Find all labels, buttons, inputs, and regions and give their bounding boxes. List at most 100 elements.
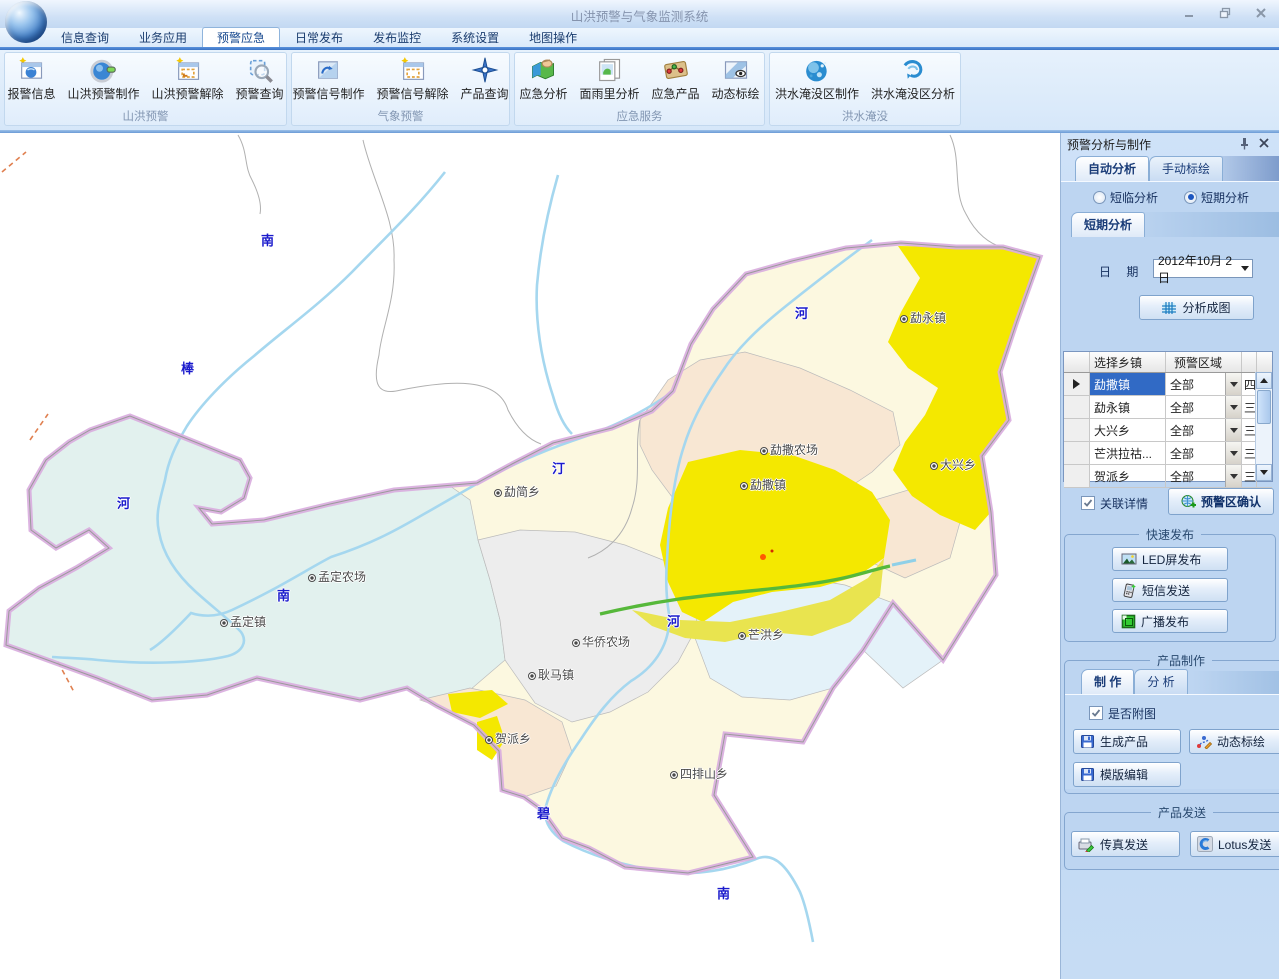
tab-manual-plot[interactable]: 手动标绘 (1149, 156, 1223, 181)
toolbar-group-label: 山洪预警 (5, 110, 286, 125)
township-table: 选择乡镇 预警区域 勐撒镇 全部 四 勐永镇 全部 三 大兴乡 全部 三 (1063, 351, 1273, 482)
alarm-info-button[interactable]: 报警信息 (1, 53, 61, 110)
table-row[interactable]: 芒洪拉祜... 全部 三 (1064, 442, 1272, 465)
restore-button[interactable] (1212, 5, 1238, 22)
signal-create-icon (313, 56, 343, 84)
attach-image-checkbox[interactable] (1089, 706, 1103, 720)
warning-query-button[interactable]: 预警查询 (230, 53, 290, 110)
table-row[interactable]: 勐撒镇 全部 四 (1064, 373, 1272, 396)
emergency-analysis-button[interactable]: 应急分析 (513, 53, 573, 110)
radio-short-range[interactable]: 短期分析 (1184, 189, 1249, 206)
minimize-button[interactable] (1176, 5, 1202, 22)
flood-warning-cancel-button[interactable]: 山洪预警解除 (146, 53, 230, 110)
menu-tab-info-query[interactable]: 信息查询 (46, 28, 124, 47)
alert-dot (760, 554, 766, 560)
signal-cancel-button[interactable]: 预警信号解除 (371, 53, 455, 110)
close-button[interactable] (1248, 5, 1274, 22)
date-value: 2012年10月 2日 (1158, 252, 1241, 286)
flood-warning-create-button[interactable]: 山洪预警制作 (61, 53, 145, 110)
table-scrollbar[interactable] (1255, 372, 1272, 481)
table-row[interactable]: 勐永镇 全部 三 (1064, 396, 1272, 419)
toolbar-group-flood-submerge: 洪水淹没区制作 洪水淹没区分析 洪水淹没 (769, 52, 961, 126)
river-label: 南 (277, 585, 290, 604)
warning-analysis-panel: 预警分析与制作 自动分析 手动标绘 短临分析 短期分析 短期分析 日 期 201… (1060, 133, 1279, 979)
lotus-send-button[interactable]: Lotus发送 (1190, 831, 1279, 857)
scrollbar-thumb[interactable] (1257, 390, 1271, 424)
confirm-warning-area-button[interactable]: 预警区确认 (1168, 488, 1274, 515)
toolbar-button-label: 预警信号制作 (292, 85, 364, 102)
template-edit-button[interactable]: 模版编辑 (1073, 762, 1181, 787)
river-label: 河 (117, 493, 130, 512)
analyze-map-button[interactable]: 分析成图 (1139, 295, 1254, 320)
scroll-up-icon[interactable] (1256, 372, 1272, 389)
river-label: 碧 (537, 803, 550, 822)
table-row[interactable]: 大兴乡 全部 三 (1064, 419, 1272, 442)
subtab-short-range[interactable]: 短期分析 (1071, 212, 1145, 237)
dynamic-plot-panel-button[interactable]: 动态标绘 (1189, 729, 1279, 754)
date-label: 日 期 (1099, 263, 1144, 280)
radio-dot-selected (1184, 191, 1197, 204)
table-row[interactable]: 贺派乡 全部 三 (1064, 465, 1272, 488)
sms-icon (1121, 583, 1137, 598)
signal-create-button[interactable]: 预警信号制作 (286, 53, 370, 110)
town-label: 勐永镇 (900, 309, 946, 326)
region-combo-button[interactable] (1225, 465, 1241, 487)
town-label: 勐撒镇 (740, 476, 786, 493)
menu-tab-business[interactable]: 业务应用 (124, 28, 202, 47)
region-combo-button[interactable] (1225, 442, 1241, 464)
generate-product-button[interactable]: 生成产品 (1073, 729, 1181, 754)
link-detail-checkbox[interactable] (1081, 496, 1095, 510)
led-screen-icon (1121, 552, 1137, 566)
flood-area-analysis-button[interactable]: 洪水淹没区分析 (865, 53, 961, 110)
rainfall-analysis-button[interactable]: 面雨里分析 (573, 53, 645, 110)
warning-query-icon (245, 56, 275, 84)
plot-icon (1196, 734, 1212, 749)
toolbar-button-label: 洪水淹没区制作 (775, 85, 859, 102)
river-label: 河 (667, 611, 680, 630)
short-range-body: 日 期 2012年10月 2日 分析成图 (1061, 237, 1279, 349)
broadcast-publish-button[interactable]: 广播发布 (1112, 609, 1228, 633)
menu-tab-map-operate[interactable]: 地图操作 (514, 28, 592, 47)
flood-area-analysis-icon (898, 56, 928, 84)
toolbar-button-label: 洪水淹没区分析 (871, 85, 955, 102)
col-header-town[interactable]: 选择乡镇 (1090, 352, 1166, 372)
sms-send-button[interactable]: 短信发送 (1112, 578, 1228, 602)
river-label: 南 (261, 230, 274, 249)
radio-short-term-nowcast[interactable]: 短临分析 (1093, 189, 1158, 206)
menu-tab-system-settings[interactable]: 系统设置 (436, 28, 514, 47)
tab-analyze[interactable]: 分 析 (1134, 669, 1187, 694)
flood-area-create-icon (802, 56, 832, 84)
map-canvas[interactable]: 勐永镇 勐撒农场 大兴乡 勐撒镇 勐简乡 孟定农场 孟定镇 华侨农场 耿马镇 芒… (0, 133, 1060, 979)
scroll-down-icon[interactable] (1256, 464, 1272, 481)
tab-auto-analysis[interactable]: 自动分析 (1075, 156, 1149, 181)
town-label: 孟定农场 (308, 568, 366, 585)
col-header-region[interactable]: 预警区域 (1166, 352, 1242, 372)
toolbar-button-label: 预警信号解除 (377, 85, 449, 102)
product-make-tabstrip: 制 作 分 析 (1065, 671, 1279, 694)
menu-tab-daily-publish[interactable]: 日常发布 (280, 28, 358, 47)
led-publish-button[interactable]: LED屏发布 (1112, 547, 1228, 571)
flood-area-create-button[interactable]: 洪水淹没区制作 (769, 53, 865, 110)
pin-icon[interactable] (1237, 136, 1251, 150)
fax-send-button[interactable]: 传真发送 (1071, 831, 1180, 857)
close-icon[interactable] (1257, 136, 1271, 150)
emergency-product-button[interactable]: 应急产品 (646, 53, 706, 110)
river-label: 南 (717, 883, 730, 902)
toolbar-group-emergency-service: 应急分析 面雨里分析 应急产品 动态标绘 应急服务 (514, 52, 765, 126)
signal-cancel-icon (398, 56, 428, 84)
date-dropdown[interactable]: 2012年10月 2日 (1153, 259, 1253, 278)
region-combo-button[interactable] (1225, 373, 1241, 395)
river-label: 河 (795, 303, 808, 322)
product-query-button[interactable]: 产品查询 (455, 53, 515, 110)
region-combo-button[interactable] (1225, 419, 1241, 441)
dynamic-plot-button[interactable]: 动态标绘 (706, 53, 766, 110)
table-header-row: 选择乡镇 预警区域 (1064, 352, 1272, 373)
menu-tab-warning-emergency[interactable]: 预警应急 (202, 27, 280, 49)
flood-warning-cancel-icon (173, 56, 203, 84)
link-detail-row: 关联详情 预警区确认 (1061, 490, 1279, 516)
tab-make[interactable]: 制 作 (1081, 669, 1134, 694)
town-label: 勐撒农场 (760, 441, 818, 458)
region-combo-button[interactable] (1225, 396, 1241, 418)
menu-tab-publish-monitor[interactable]: 发布监控 (358, 28, 436, 47)
product-make-title: 产品制作 (1150, 652, 1212, 669)
